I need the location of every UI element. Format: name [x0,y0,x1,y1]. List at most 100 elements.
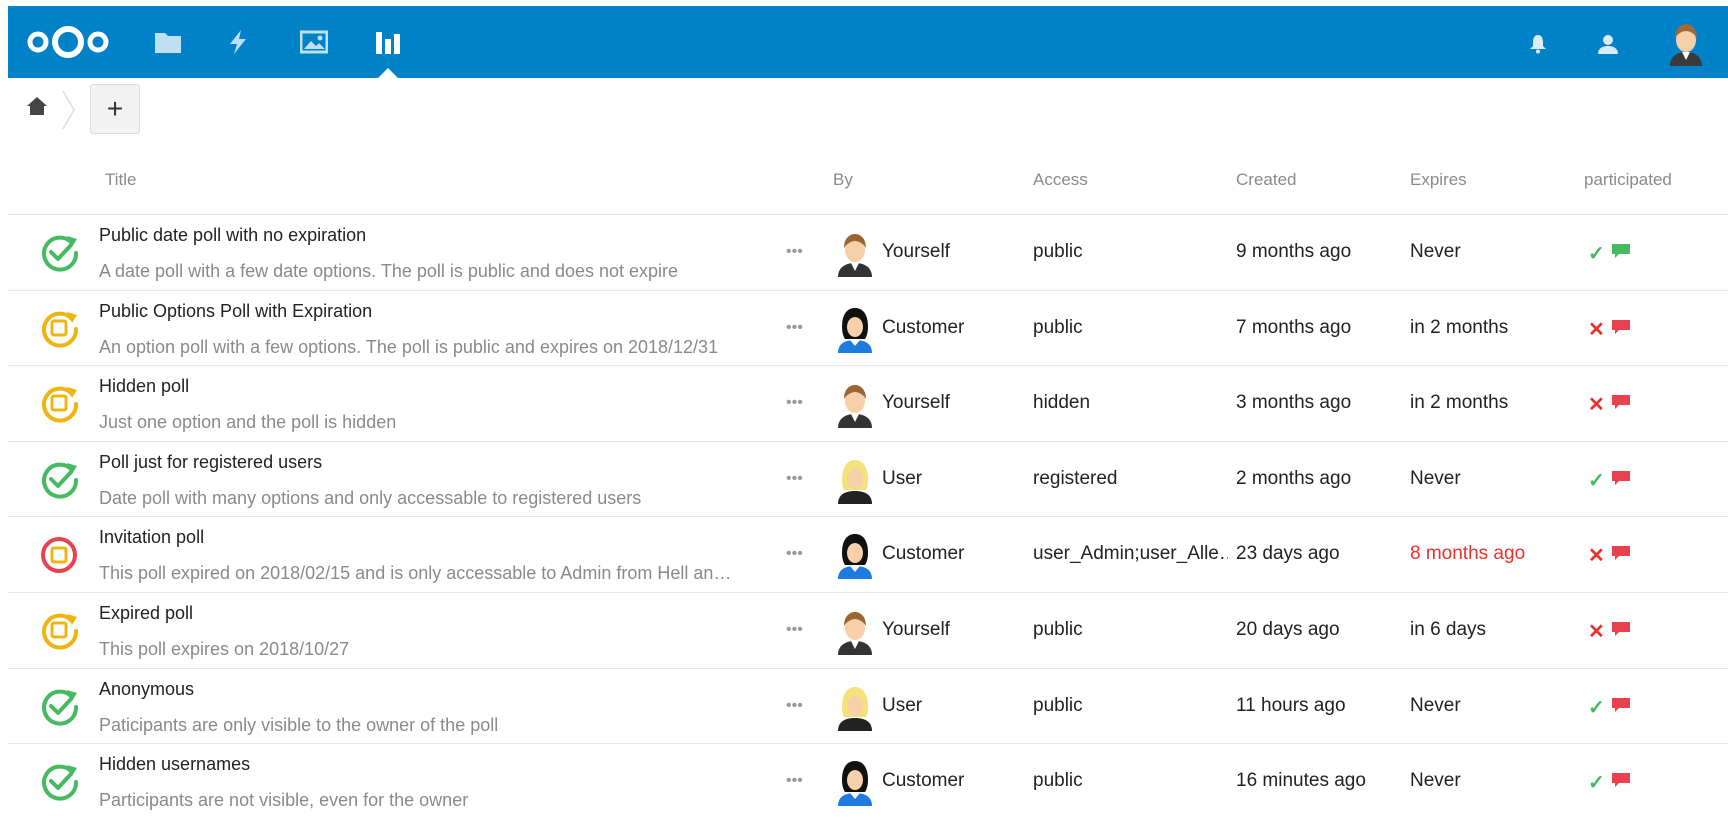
poll-description: A date poll with a few date options. The… [99,261,679,281]
poll-status-icon [38,760,82,804]
poll-access: public [1033,694,1083,716]
poll-description: An option poll with a few options. The p… [99,336,719,357]
poll-description: Paticipants are only visible to the owne… [99,714,499,735]
files-icon[interactable] [152,26,184,58]
home-icon[interactable] [26,96,48,121]
poll-owner: Yourself [882,618,950,640]
column-header-access[interactable]: Access [1033,170,1088,190]
notifications-icon[interactable] [1524,30,1552,58]
poll-title[interactable]: Public date poll with no expiration [99,225,366,246]
poll-owner: Customer [882,316,965,338]
poll-title[interactable]: Public Options Poll with Expiration [99,301,372,322]
comment-icon [1612,470,1630,485]
nextcloud-logo[interactable] [26,24,110,65]
comment-icon [1612,319,1630,334]
poll-expires: Never [1410,467,1461,489]
polls-icon[interactable] [372,26,404,58]
poll-status-icon [38,307,82,351]
poll-title[interactable]: Hidden usernames [99,754,250,775]
poll-status-icon [38,609,82,653]
poll-created: 2 months ago [1236,467,1352,489]
participated-cross-icon: ✕ [1588,318,1605,341]
poll-description: Just one option and the poll is hidden [99,412,397,433]
gallery-icon[interactable] [298,26,330,58]
participated-cross-icon: ✕ [1588,394,1605,417]
poll-owner: User [882,694,923,716]
poll-created: 9 months ago [1236,241,1352,262]
comment-icon [1612,773,1630,788]
poll-expires: in 2 months [1410,316,1509,338]
poll-row[interactable]: Public Options Poll with Expiration An op… [8,289,1728,366]
contacts-icon[interactable] [1594,30,1622,58]
more-options-icon[interactable]: ••• [786,697,803,715]
column-header-participated[interactable]: participated [1584,170,1672,190]
poll-created: 23 days ago [1236,543,1340,565]
poll-access: registered [1033,467,1118,489]
poll-title[interactable]: Expired poll [99,603,193,624]
poll-access: user_Admin;user_Alle… [1033,543,1228,565]
poll-access: public [1033,618,1083,640]
owner-avatar [832,305,878,353]
more-options-icon[interactable]: ••• [786,772,803,790]
column-header-by[interactable]: By [833,170,853,190]
poll-created: 16 minutes ago [1236,770,1366,792]
comment-icon [1612,244,1630,258]
participated-cross-icon: ✕ [1588,620,1605,643]
poll-row[interactable]: Invitation poll This poll expired on 2018… [8,516,1728,592]
poll-title[interactable]: Poll just for registered users [99,452,322,473]
poll-description: Date poll with many options and only acc… [99,487,642,508]
owner-avatar [832,758,878,807]
poll-access: public [1033,241,1083,262]
more-options-icon[interactable]: ••• [786,545,803,563]
poll-row[interactable]: Expired poll This poll expires on 2018/10… [8,591,1728,668]
poll-expires: Never [1410,241,1461,262]
poll-expires: 8 months ago [1410,543,1526,565]
avatar[interactable] [1662,18,1710,66]
owner-avatar [832,531,878,580]
poll-status-icon [38,458,82,502]
more-options-icon[interactable]: ••• [786,319,803,337]
participated-check-icon: ✓ [1588,696,1605,719]
top-bar [8,6,1728,79]
poll-row[interactable]: Public date poll with no expiration A dat… [8,214,1728,290]
more-options-icon[interactable]: ••• [786,621,803,639]
poll-row[interactable]: Hidden poll Just one option and the poll … [8,365,1728,441]
participated-cross-icon: ✕ [1588,545,1605,568]
poll-access: hidden [1033,392,1091,414]
poll-description: Participants are not visible, even for t… [99,790,469,811]
poll-row[interactable]: Anonymous Paticipants are only visible to… [8,667,1728,744]
active-app-indicator [377,68,399,79]
poll-title[interactable]: Hidden poll [99,376,189,397]
poll-expires: Never [1410,770,1461,792]
activity-icon[interactable] [222,26,254,58]
column-header-title[interactable]: Title [105,170,137,190]
poll-created: 7 months ago [1236,316,1352,338]
poll-status-icon [38,533,82,577]
column-header-expires[interactable]: Expires [1410,170,1467,190]
more-options-icon[interactable]: ••• [786,470,803,488]
poll-list: Public date poll with no expiration A dat… [8,214,1728,819]
poll-row[interactable]: Hidden usernames Participants are not vis… [8,743,1728,819]
breadcrumb-separator-icon [62,90,76,135]
add-poll-button[interactable]: + [90,84,140,134]
poll-description: This poll expired on 2018/02/15 and is o… [99,563,732,584]
poll-row[interactable]: Poll just for registered users Date poll … [8,440,1728,517]
more-options-icon[interactable]: ••• [786,243,803,261]
participated-check-icon: ✓ [1588,772,1605,795]
poll-access: public [1033,770,1083,792]
owner-avatar [832,607,878,655]
poll-owner: User [882,467,923,489]
poll-title[interactable]: Invitation poll [99,527,204,548]
poll-owner: Customer [882,543,965,565]
comment-icon [1612,395,1630,410]
poll-owner: Customer [882,770,965,792]
column-header-created[interactable]: Created [1236,170,1296,190]
poll-created: 3 months ago [1236,392,1352,414]
poll-status-icon [38,382,82,426]
poll-created: 11 hours ago [1236,694,1346,716]
poll-title[interactable]: Anonymous [99,679,194,700]
comment-icon [1612,697,1630,712]
participated-check-icon: ✓ [1588,469,1605,492]
poll-status-icon [38,231,82,275]
more-options-icon[interactable]: ••• [786,394,803,412]
